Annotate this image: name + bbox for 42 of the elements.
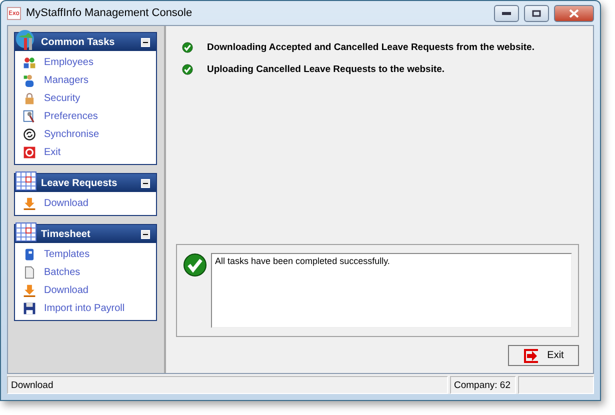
book-icon <box>23 248 36 260</box>
download-arrow-icon <box>23 196 36 210</box>
window-title: MyStaffInfo Management Console <box>26 7 194 19</box>
sidebar-link[interactable]: Download <box>15 281 156 299</box>
sidebar-link[interactable]: Synchronise <box>15 125 156 143</box>
sidebar-link[interactable]: Batches <box>15 263 156 281</box>
minus-icon <box>143 182 148 184</box>
sidebar-link[interactable]: Managers <box>15 71 156 89</box>
sidebar-link[interactable]: Import into Payroll <box>15 299 156 317</box>
person-icon <box>23 74 36 86</box>
people-icon <box>23 56 36 68</box>
maximize-icon <box>532 10 541 16</box>
sidebar-link[interactable]: Templates <box>15 245 156 263</box>
sync-icon <box>23 128 36 140</box>
sidebar-link[interactable]: Security <box>15 89 156 107</box>
minimize-button[interactable] <box>494 4 519 22</box>
page-icon <box>23 266 36 278</box>
company-status: Company: 62 <box>450 376 516 394</box>
minimize-icon <box>502 12 511 14</box>
panel-title: Common Tasks <box>41 36 116 48</box>
collapse-button[interactable] <box>141 178 150 188</box>
download-arrow-icon <box>23 284 36 296</box>
exit-icon <box>23 146 36 158</box>
task-text: Uploading Cancelled Leave Requests to the website. <box>207 64 445 74</box>
maximize-button[interactable] <box>524 4 549 22</box>
status-text: Download <box>7 376 448 394</box>
sidebar-link[interactable]: Exit <box>15 143 156 161</box>
sidebar-link[interactable]: Preferences <box>15 107 156 125</box>
message-box: All tasks have been completed successfully. <box>211 253 572 328</box>
panel-title: Timesheet <box>41 228 92 240</box>
exit-door-icon <box>523 348 540 362</box>
collapse-button[interactable] <box>141 230 150 238</box>
sidebar-link[interactable]: Employees <box>15 53 156 71</box>
sidebar-link[interactable]: Download <box>15 194 156 212</box>
close-button[interactable] <box>554 4 594 22</box>
close-icon <box>569 8 579 18</box>
exit-button[interactable]: Exit <box>508 345 579 366</box>
panel-title: Leave Requests <box>41 178 118 188</box>
lock-icon <box>23 92 36 104</box>
task-text: Downloading Accepted and Cancelled Leave Requests from the website. <box>207 42 534 52</box>
preferences-icon <box>23 110 36 122</box>
collapse-button[interactable] <box>141 38 150 46</box>
